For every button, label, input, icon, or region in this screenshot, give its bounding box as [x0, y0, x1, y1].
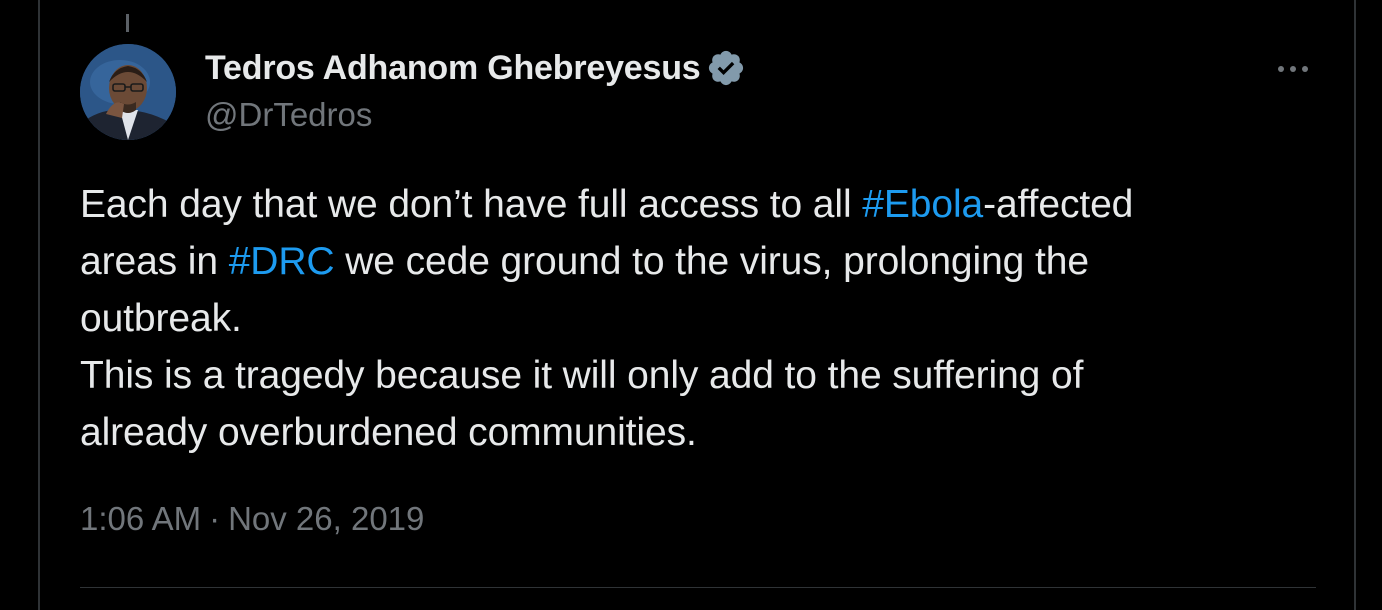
hashtag-ebola-link[interactable]: #Ebola: [862, 183, 983, 226]
more-options-button[interactable]: [1268, 52, 1318, 86]
author-avatar[interactable]: [80, 44, 176, 140]
more-horizontal-icon: [1278, 66, 1308, 72]
tweet-text-line: already overburdened communities.: [80, 411, 697, 454]
author-handle[interactable]: @DrTedros: [205, 96, 372, 134]
tweet-text-line: areas in #DRC we cede ground to the viru…: [80, 233, 1320, 290]
tweet-text-line: This is a tragedy because it will only a…: [80, 354, 1084, 397]
profile-photo-icon: [80, 44, 176, 140]
timeline-column-left-border: [38, 0, 40, 610]
tweet-time[interactable]: 1:06 AM: [80, 500, 201, 537]
tweet-text-segment: areas in: [80, 240, 229, 283]
tweet-text-segment: -affected: [983, 183, 1134, 226]
tweet-text-segment: Each day that we don’t have full access …: [80, 183, 863, 226]
thread-connector-line: [126, 14, 129, 32]
tweet-text-line: Each day that we don’t have full access …: [80, 176, 1320, 233]
hashtag-drc-link[interactable]: #DRC: [229, 240, 335, 283]
tweet-timestamp[interactable]: 1:06 AM · Nov 26, 2019: [80, 500, 424, 538]
author-display-name[interactable]: Tedros Adhanom Ghebreyesus: [205, 49, 701, 88]
tweet-text: Each day that we don’t have full access …: [80, 176, 1320, 461]
tweet-text-line: outbreak.: [80, 297, 242, 340]
author-name-row[interactable]: Tedros Adhanom Ghebreyesus: [205, 46, 746, 90]
meta-separator: ·: [209, 500, 221, 537]
tweet-text-segment: we cede ground to the virus, prolonging …: [334, 240, 1089, 283]
tweet-date[interactable]: Nov 26, 2019: [228, 500, 424, 537]
tweet-divider: [80, 587, 1316, 588]
timeline-column-right-border: [1354, 0, 1356, 610]
verified-badge-icon[interactable]: [706, 48, 746, 88]
